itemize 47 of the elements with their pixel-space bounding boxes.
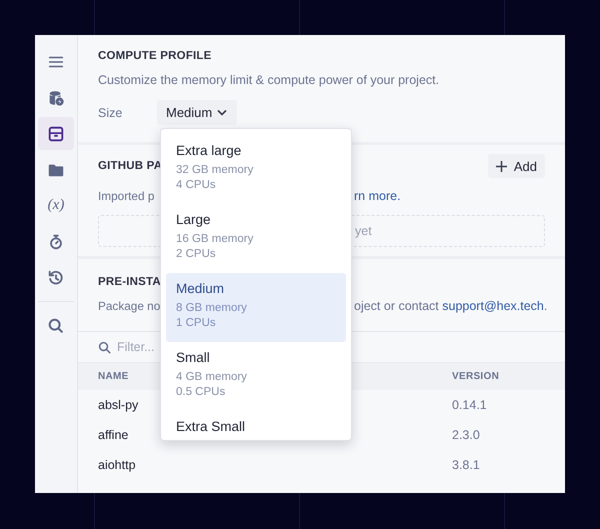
section-description: Customize the memory limit & compute power of your project.	[98, 73, 440, 87]
size-option[interactable]: Medium 8 GB memory 1 CPUs	[166, 273, 346, 342]
size-option[interactable]: Extra Small	[166, 411, 346, 440]
size-option[interactable]: Extra large 32 GB memory 4 CPUs	[166, 135, 346, 204]
empty-state-text: yet	[355, 224, 372, 238]
section-description: Package no	[98, 299, 160, 313]
option-name: Large	[176, 212, 211, 227]
search-icon	[98, 340, 111, 354]
size-label: Size	[98, 106, 124, 120]
chevron-down-icon	[217, 109, 228, 116]
package-name: aiohttp	[98, 458, 136, 472]
column-header: VERSION	[452, 363, 565, 390]
learn-more-link[interactable]: rn more.	[354, 189, 401, 203]
section-description: Imported p	[98, 189, 154, 203]
plus-icon	[496, 160, 507, 172]
support-email-link[interactable]: support@hex.tech	[442, 299, 544, 313]
option-name: Extra Small	[176, 419, 246, 434]
option-name: Small	[176, 350, 210, 365]
database-bolt-icon	[47, 88, 65, 106]
option-memory: 16 GB memory	[176, 232, 254, 247]
package-version: 3.8.1	[452, 458, 480, 472]
option-cpus: 1 CPUs	[176, 316, 216, 331]
section-title: PRE-INSTA	[98, 276, 162, 288]
history-icon	[47, 268, 65, 286]
sentence-period: .	[544, 299, 548, 313]
package-version: 2.3.0	[452, 428, 480, 442]
filter-field[interactable]: Filter...	[117, 340, 157, 354]
option-name: Medium	[176, 281, 224, 296]
size-option[interactable]: Large 16 GB memory 2 CPUs	[166, 204, 346, 273]
option-cpus: 4 CPUs	[176, 178, 216, 193]
size-dropdown[interactable]: Medium	[157, 100, 238, 125]
package-name: absl-py	[98, 398, 138, 412]
package-icon	[47, 124, 65, 142]
package-version: 0.14.1	[452, 398, 487, 412]
variables-button[interactable]: (x)	[38, 189, 74, 222]
package-name: affine	[98, 428, 128, 442]
section-title: COMPUTE PROFILE	[98, 50, 213, 62]
option-name: Extra large	[176, 143, 242, 158]
stopwatch-icon	[47, 232, 65, 250]
search-icon	[47, 316, 65, 334]
option-memory: 32 GB memory	[176, 163, 254, 178]
add-button[interactable]: Add	[488, 154, 545, 178]
option-cpus: 2 CPUs	[176, 247, 216, 262]
section-description: oject or contact	[354, 299, 440, 313]
sidebar-item[interactable]	[38, 117, 74, 150]
option-memory: 8 GB memory	[176, 301, 247, 316]
option-memory: 4 GB memory	[176, 370, 247, 385]
